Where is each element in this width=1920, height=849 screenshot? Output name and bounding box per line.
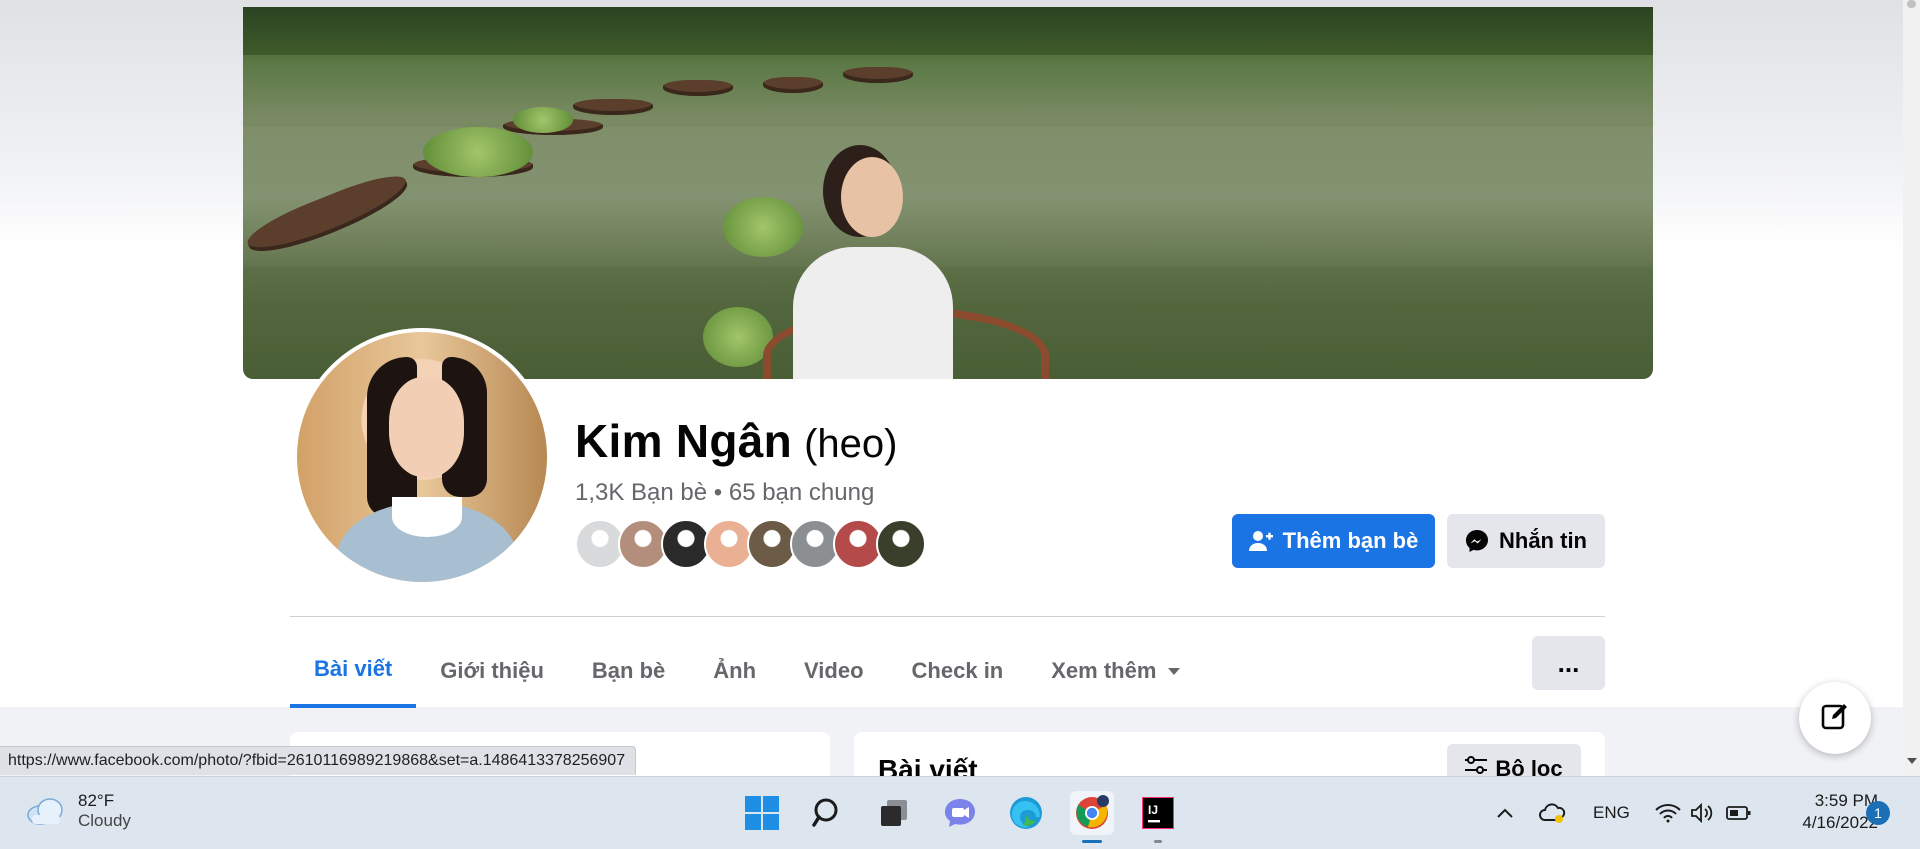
weather-temp: 82°F (78, 791, 115, 810)
battery-icon[interactable] (1726, 777, 1752, 849)
tab-label: Bài viết (314, 656, 393, 681)
profile-name: Kim Ngân (heo) (575, 414, 897, 468)
status-bar-url: https://www.facebook.com/photo/?fbid=261… (0, 746, 637, 775)
header-divider (290, 616, 1605, 617)
clock-time: 3:59 PM (1814, 791, 1878, 810)
tab-label: Xem thêm (1051, 658, 1157, 683)
tab-item[interactable]: Giới thiệu (416, 634, 568, 708)
svg-text:IJ: IJ (1148, 803, 1158, 817)
weather-desc: Cloudy (78, 811, 131, 830)
tab-item[interactable]: Video (780, 634, 888, 708)
tab-label: Check in (911, 658, 1004, 683)
message-button[interactable]: Nhắn tin (1447, 514, 1605, 568)
teams-chat-icon[interactable] (938, 791, 982, 835)
mutual-friend-avatar[interactable] (876, 519, 926, 569)
task-view-icon[interactable] (872, 791, 916, 835)
compose-icon (1820, 701, 1850, 736)
new-message-button[interactable] (1799, 682, 1871, 754)
windows-start-icon[interactable] (740, 791, 784, 835)
profile-name-text: Kim Ngân (575, 415, 793, 467)
friends-summary[interactable]: 1,3K Bạn bè • 65 bạn chung (575, 479, 874, 507)
intellij-icon[interactable]: IJ (1136, 791, 1180, 843)
language-indicator[interactable]: ENG (1593, 777, 1630, 849)
notification-badge[interactable]: 1 (1866, 801, 1890, 825)
volume-icon[interactable] (1690, 777, 1714, 849)
add-person-icon (1248, 528, 1273, 554)
clock-date: 4/16/2022 (1802, 813, 1878, 832)
chrome-icon[interactable] (1070, 791, 1114, 843)
more-options-button[interactable]: ... (1532, 636, 1605, 690)
add-friend-button[interactable]: Thêm bạn bè (1232, 514, 1435, 568)
profile-tabs: Bài viết Giới thiệu Bạn bè Ảnh Video Check in… (290, 634, 1204, 708)
messenger-icon (1465, 528, 1489, 554)
caret-down-icon (1168, 667, 1181, 675)
add-friend-label: Thêm bạn bè (1282, 528, 1419, 553)
tab-label: Ảnh (713, 658, 757, 683)
wifi-icon[interactable] (1655, 777, 1681, 849)
tab-item[interactable]: Bài viết (290, 634, 417, 708)
tab-label: Bạn bè (591, 658, 666, 683)
windows-taskbar: 82°F Cloudy IJ ENG 3:59 PM 4/16/2022 1 (0, 776, 1920, 849)
show-hidden-icons[interactable] (1496, 777, 1514, 849)
tab-label: Video (804, 658, 864, 683)
edge-icon[interactable] (1004, 791, 1048, 835)
profile-avatar[interactable] (293, 328, 551, 586)
system-clock[interactable]: 3:59 PM 4/16/2022 (1768, 790, 1878, 834)
tab-label: Giới thiệu (440, 658, 544, 683)
tab-item[interactable]: Ảnh (689, 634, 780, 708)
chevron-up-icon (1497, 808, 1513, 818)
scroll-down-arrow-icon[interactable] (1907, 758, 1917, 764)
profile-alternate-name: (heo) (804, 422, 898, 466)
page-scrollbar[interactable] (1903, 0, 1920, 776)
cloud-icon (26, 797, 66, 825)
message-label: Nhắn tin (1499, 528, 1587, 553)
cover-photo[interactable] (243, 7, 1653, 379)
tab-item[interactable]: Check in (888, 634, 1028, 708)
search-icon[interactable] (806, 791, 850, 835)
tab-see-more[interactable]: Xem thêm (1027, 634, 1204, 708)
tab-item[interactable]: Bạn bè (568, 634, 689, 708)
weather-widget[interactable]: 82°F Cloudy (26, 791, 131, 831)
onedrive-icon[interactable] (1539, 777, 1567, 849)
